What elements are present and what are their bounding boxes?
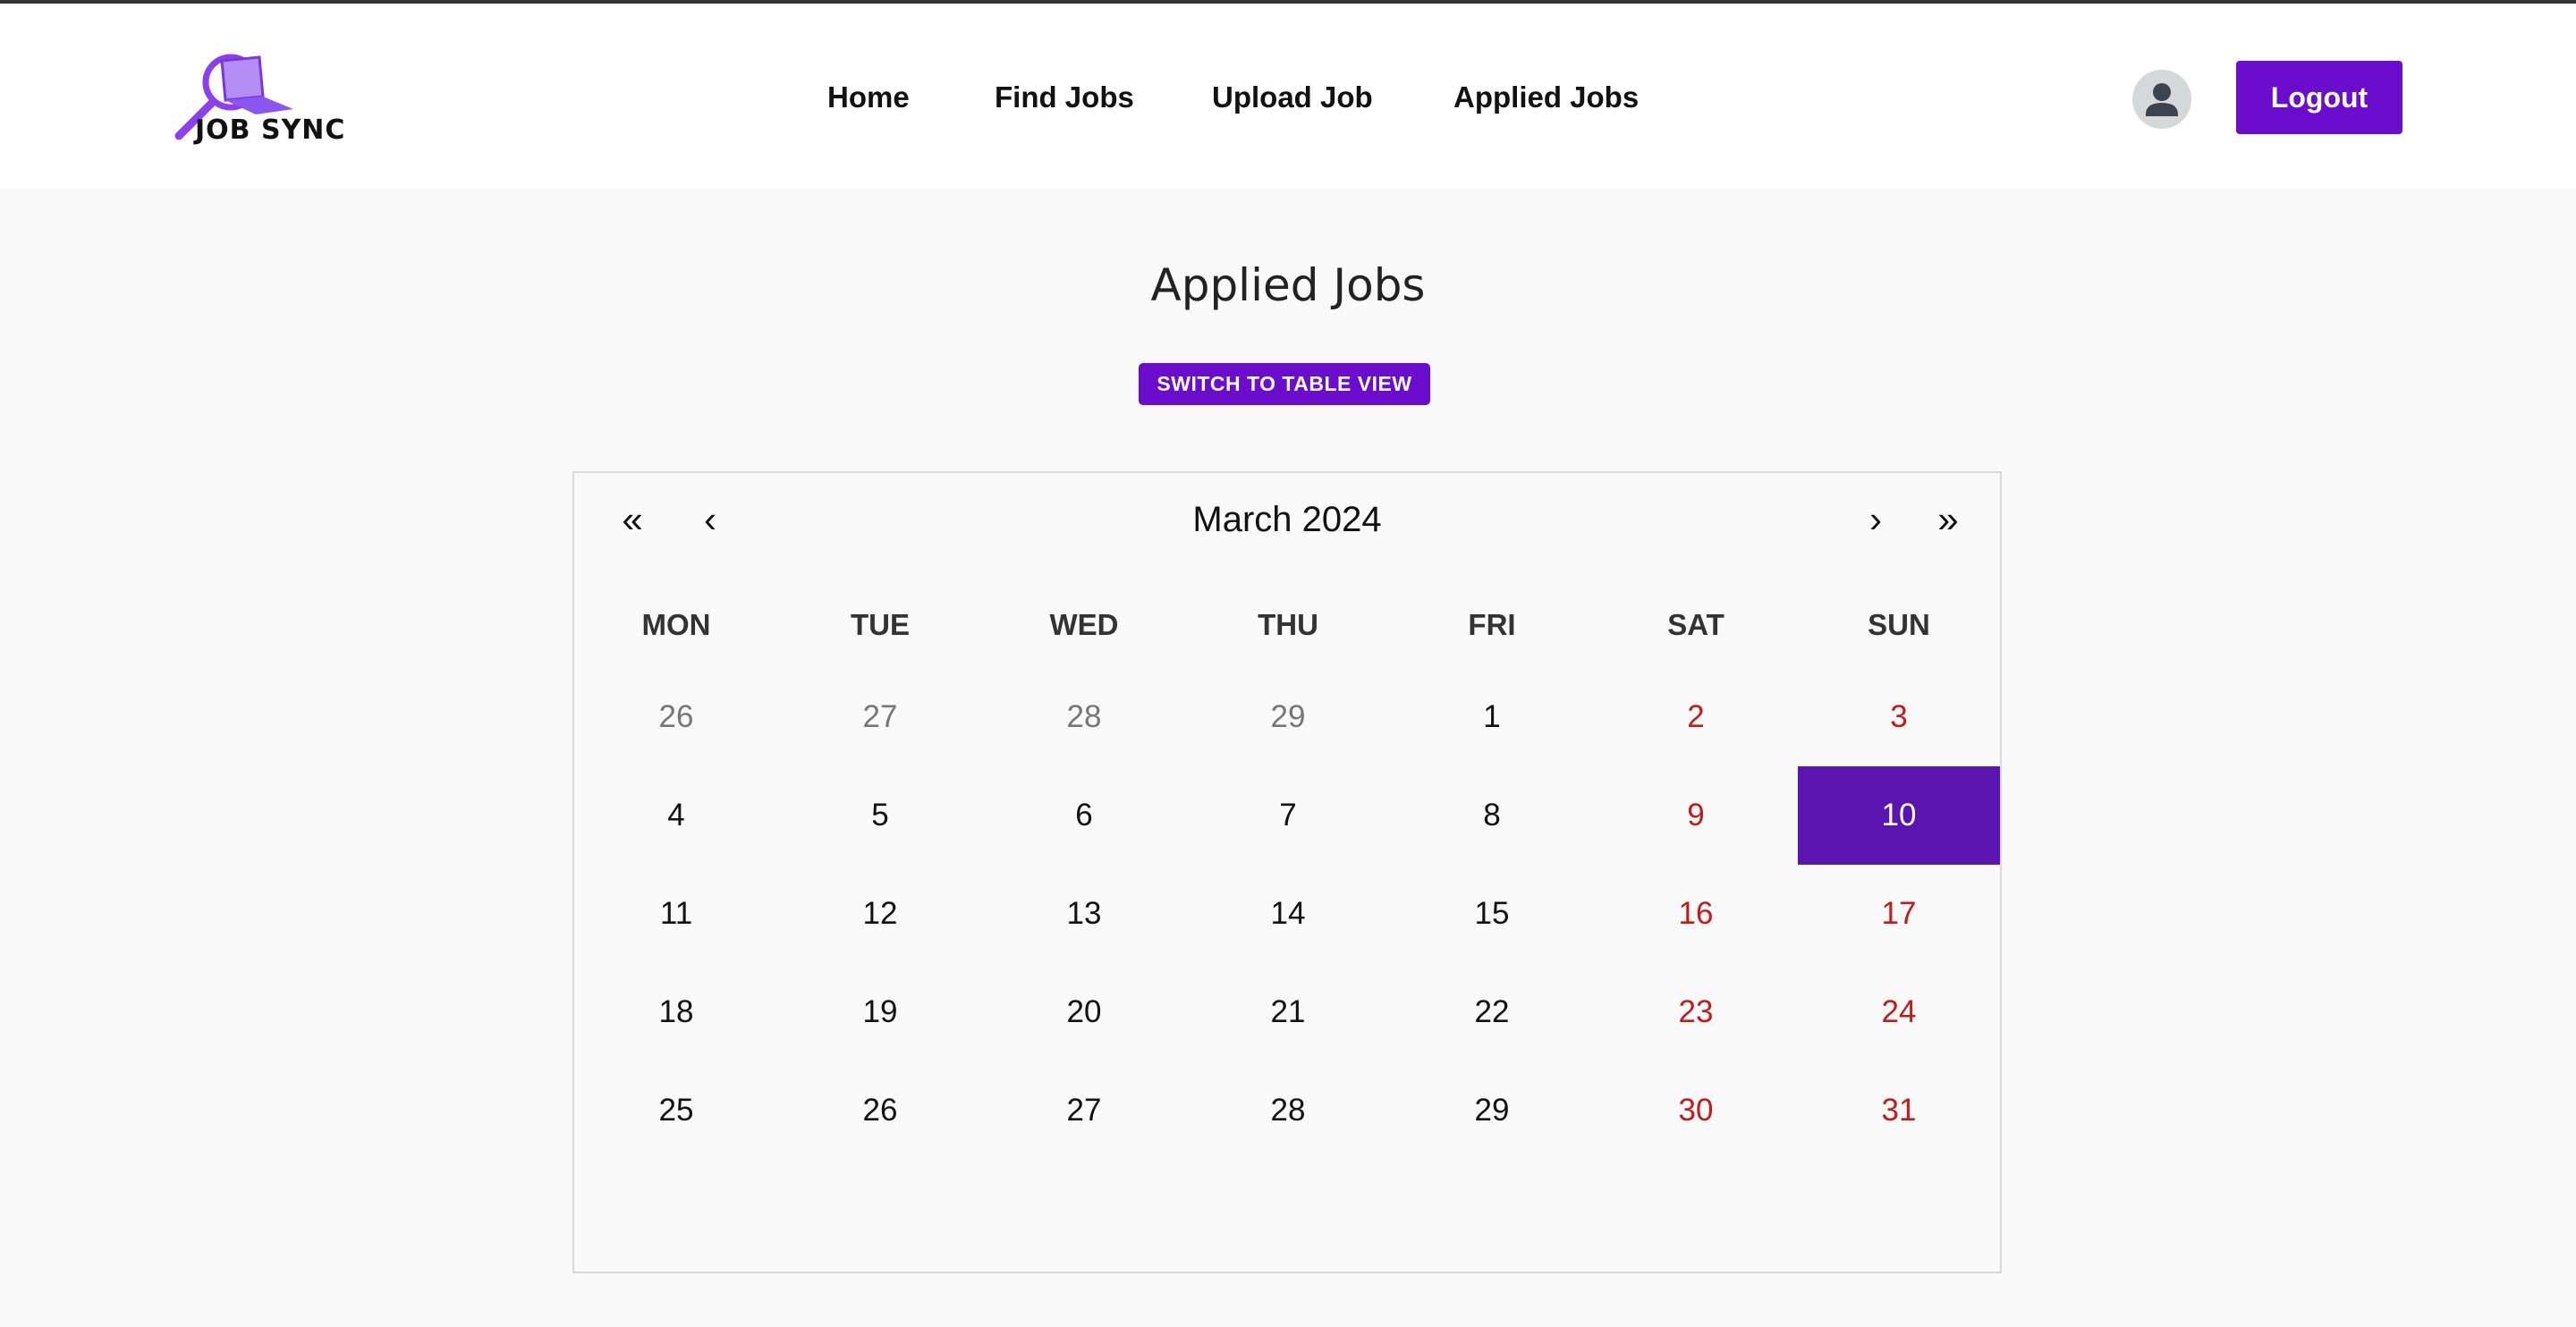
calendar-day[interactable]: 29 bbox=[1390, 1061, 1594, 1160]
calendar-day[interactable]: 31 bbox=[1798, 1061, 2000, 1160]
calendar-days-grid: 26 27 28 29 1 2 3 4 5 6 7 8 9 10 11 12 13 14 15 16 17 18 19 20 2… bbox=[574, 668, 2000, 1160]
calendar-day[interactable]: 29 bbox=[1186, 668, 1390, 766]
calendar-day[interactable]: 25 bbox=[574, 1061, 778, 1160]
nav-home[interactable]: Home bbox=[827, 80, 910, 114]
switch-to-table-view-button[interactable]: SWITCH TO TABLE VIEW bbox=[1139, 363, 1430, 405]
weekday-tue: TUE bbox=[851, 608, 910, 641]
calendar-day[interactable]: 7 bbox=[1186, 766, 1390, 865]
calendar: March 2024 « ‹ › » MON TUE WED THU FRI S… bbox=[572, 471, 2002, 1273]
calendar-day[interactable]: 22 bbox=[1390, 963, 1594, 1061]
weekday-header-row: MON TUE WED THU FRI SAT SUN bbox=[574, 598, 2000, 652]
logout-button[interactable]: Logout bbox=[2236, 61, 2402, 134]
calendar-day[interactable]: 23 bbox=[1594, 963, 1798, 1061]
calendar-day[interactable]: 6 bbox=[982, 766, 1186, 865]
calendar-day[interactable]: 28 bbox=[1186, 1061, 1390, 1160]
nav-find-jobs[interactable]: Find Jobs bbox=[995, 80, 1134, 114]
calendar-day[interactable]: 21 bbox=[1186, 963, 1390, 1061]
calendar-day[interactable]: 15 bbox=[1390, 865, 1594, 963]
avatar[interactable] bbox=[2132, 70, 2191, 129]
calendar-day[interactable]: 26 bbox=[778, 1061, 982, 1160]
calendar-day[interactable]: 17 bbox=[1798, 865, 2000, 963]
weekday-sun: SUN bbox=[1868, 608, 1930, 641]
logo-text: JOB SYNC bbox=[195, 114, 346, 146]
calendar-day[interactable]: 19 bbox=[778, 963, 982, 1061]
calendar-day[interactable]: 9 bbox=[1594, 766, 1798, 865]
calendar-day[interactable]: 28 bbox=[982, 668, 1186, 766]
calendar-day[interactable]: 27 bbox=[778, 668, 982, 766]
calendar-day[interactable]: 2 bbox=[1594, 668, 1798, 766]
calendar-day[interactable]: 24 bbox=[1798, 963, 2000, 1061]
weekday-thu: THU bbox=[1258, 608, 1318, 641]
calendar-day[interactable]: 8 bbox=[1390, 766, 1594, 865]
calendar-day[interactable]: 18 bbox=[574, 963, 778, 1061]
navbar: JOB SYNC Home Find Jobs Upload Job Appli… bbox=[0, 4, 2576, 189]
weekday-sat: SAT bbox=[1667, 608, 1724, 641]
next-year-button[interactable]: » bbox=[1921, 493, 1975, 546]
calendar-day[interactable]: 13 bbox=[982, 865, 1186, 963]
prev-month-button[interactable]: ‹ bbox=[683, 493, 737, 546]
weekday-fri: FRI bbox=[1468, 608, 1516, 641]
calendar-day-selected[interactable]: 10 bbox=[1798, 766, 2000, 865]
page-title: Applied Jobs bbox=[1150, 259, 1426, 311]
calendar-day[interactable]: 27 bbox=[982, 1061, 1186, 1160]
calendar-day[interactable]: 26 bbox=[574, 668, 778, 766]
calendar-day[interactable]: 4 bbox=[574, 766, 778, 865]
weekday-wed: WED bbox=[1049, 608, 1119, 641]
calendar-day[interactable]: 1 bbox=[1390, 668, 1594, 766]
nav-applied-jobs[interactable]: Applied Jobs bbox=[1453, 80, 1639, 114]
weekday-mon: MON bbox=[641, 608, 711, 641]
calendar-day[interactable]: 5 bbox=[778, 766, 982, 865]
calendar-day[interactable]: 3 bbox=[1798, 668, 2000, 766]
calendar-day[interactable]: 11 bbox=[574, 865, 778, 963]
calendar-day[interactable]: 12 bbox=[778, 865, 982, 963]
next-month-button[interactable]: › bbox=[1849, 493, 1902, 546]
user-icon bbox=[2146, 83, 2178, 116]
prev-year-button[interactable]: « bbox=[606, 493, 659, 546]
calendar-day[interactable]: 30 bbox=[1594, 1061, 1798, 1160]
calendar-day[interactable]: 16 bbox=[1594, 865, 1798, 963]
calendar-month-label[interactable]: March 2024 bbox=[574, 493, 2000, 546]
calendar-day[interactable]: 20 bbox=[982, 963, 1186, 1061]
nav-upload-job[interactable]: Upload Job bbox=[1212, 80, 1373, 114]
calendar-day[interactable]: 14 bbox=[1186, 865, 1390, 963]
